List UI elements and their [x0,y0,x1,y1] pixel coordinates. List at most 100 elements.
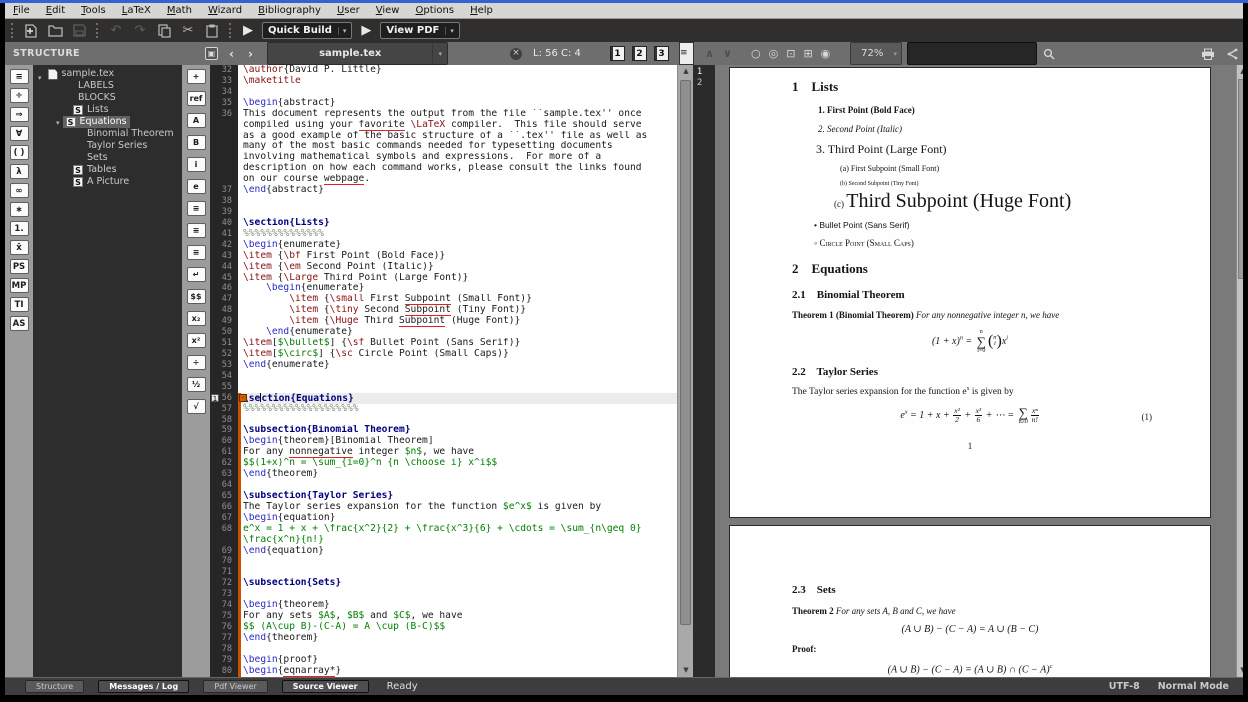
pdf-pages-list-icon[interactable]: ≡ [679,42,694,65]
newline-icon[interactable]: ↵ [187,267,206,282]
misc-symbols-icon[interactable]: ∀ [10,126,29,141]
pdf-layout-3-icon[interactable]: 3 [654,46,669,61]
editor-row[interactable]: 55 [210,382,677,393]
presentation-mode-icon[interactable]: ◉ [821,47,831,60]
menu-view[interactable]: View [368,4,408,17]
editor-row[interactable]: 40\section{Lists} [210,218,677,229]
editor-row[interactable]: 37\end{abstract} [210,185,677,196]
editor-row[interactable]: 70 [210,556,677,567]
editor-row[interactable]: 33\maketitle [210,76,677,87]
accents-icon[interactable]: x̂ [10,240,29,255]
metapost-icon[interactable]: MP [10,278,29,293]
editor-row[interactable]: 39 [210,207,677,218]
frac-icon[interactable]: ÷ [187,355,206,370]
fit-page-icon[interactable]: ○ [751,47,761,60]
misc-math-icon[interactable]: ∞ [10,183,29,198]
editor-row[interactable]: 51\item[$\bullet$] {\sf Bullet Point (Sa… [210,338,677,349]
footnote-icon[interactable]: A [187,113,206,128]
run-quick-build-icon[interactable]: ▶ [240,23,256,38]
menu-tools[interactable]: Tools [73,4,114,17]
subscript-icon[interactable]: x₂ [187,311,206,326]
zoom-selector[interactable]: 72% ▾ [850,42,902,65]
editor-row[interactable]: 58 [210,415,677,426]
pdf-layout-2-icon[interactable]: 2 [632,46,647,61]
sqrt-icon[interactable]: √ [187,399,206,414]
menu-help[interactable]: Help [462,4,501,17]
open-file-icon[interactable] [46,22,64,40]
external-viewer-icon[interactable] [1226,42,1238,65]
close-document-icon[interactable]: × [510,42,522,65]
editor-row[interactable]: 53\end{enumerate} [210,360,677,371]
left-tags-icon[interactable]: 1. [10,221,29,236]
editor-row[interactable]: 67\begin{equation} [210,513,677,524]
fit-width-icon[interactable]: ⊡ [786,47,795,60]
menu-wizard[interactable]: Wizard [200,4,250,17]
dfrac-icon[interactable]: ½ [187,377,206,392]
expander-icon[interactable]: ▾ [38,74,42,82]
scroll-down-icon[interactable]: ▼ [678,664,694,677]
editor-row[interactable]: 77\end{theorem} [210,633,677,644]
editor-row[interactable]: 60\begin{theorem}[Binomial Theorem] [210,436,677,447]
editor-row[interactable]: 43\item {\bf First Point (Bold Face)} [210,251,677,262]
menu-math[interactable]: Math [159,4,200,17]
editor-row[interactable]: 73 [210,589,677,600]
editor-row[interactable]: 50 \end{enumerate} [210,327,677,338]
greek-letters-icon[interactable]: λ [10,164,29,179]
structure-list-icon[interactable]: ≡ [10,69,29,84]
editor-row[interactable]: 38 [210,196,677,207]
editor-row[interactable]: compiled using your favorite \LaTeX comp… [210,120,677,131]
editor-row[interactable]: 57%%%%%%%%%%%%%%%%%%%% [210,404,677,415]
pdf-strip-page-1[interactable]: 1 [697,67,715,78]
editor-row[interactable]: 79\begin{proof} [210,655,677,666]
menu-latex[interactable]: LaTeX [114,4,159,17]
statusbar-tab-pdf-viewer[interactable]: Pdf Viewer [203,680,267,693]
pdf-scrollbar[interactable]: ▲ ▼ [1236,65,1243,677]
menu-file[interactable]: File [5,4,38,17]
superscript-icon[interactable]: x² [187,333,206,348]
editor-row[interactable]: description on how each command works, p… [210,163,677,174]
emphasis-icon[interactable]: e [187,179,206,194]
tikz-icon[interactable]: TI [10,297,29,312]
structure-item-sets[interactable]: Sets [33,152,182,164]
editor-row[interactable]: 32\author{David P. Little} [210,65,677,76]
editor-row[interactable]: 65\subsection{Taylor Series} [210,491,677,502]
editor-row[interactable]: 49 \item {\Huge Third Subpoint (Huge Fon… [210,316,677,327]
editor-row[interactable]: 78 [210,644,677,655]
scroll-up-icon[interactable]: ▲ [678,65,694,78]
editor-row[interactable]: 561-\section{Equations} [210,393,677,404]
asymptote-icon[interactable]: AS [10,316,29,331]
label-icon[interactable]: + [187,69,206,84]
display-math-icon[interactable]: $$ [187,289,206,304]
menu-user[interactable]: User [329,4,368,17]
editor-row[interactable]: many of the most basic commands needed f… [210,141,677,152]
structure-item-taylor-series[interactable]: Taylor Series [33,140,182,152]
open-file-selector[interactable]: sample.tex ▾ [267,42,448,65]
editor-row[interactable]: 75For any sets $A$, $B$ and $C$, we have [210,611,677,622]
reference-icon[interactable]: ref [187,91,206,106]
zoom-original-icon[interactable]: ◎ [769,47,779,60]
editor-row[interactable]: 69\end{equation} [210,546,677,557]
italic-icon[interactable]: i [187,157,206,172]
pstricks-icon[interactable]: PS [10,259,29,274]
undo-icon[interactable]: ↶ [107,22,125,40]
pdf-viewer[interactable]: 1 Lists1. First Point (Bold Face)2. Seco… [715,65,1236,677]
save-icon[interactable] [70,22,88,40]
bold-icon[interactable]: B [187,135,206,150]
editor-row[interactable]: 61For any nonnegative integer $n$, we ha… [210,447,677,458]
previous-document-icon[interactable]: ‹ [229,42,234,65]
structure-item-lists[interactable]: SLists [33,104,182,116]
previous-page-icon[interactable]: ∧ [705,47,714,60]
structure-item-blocks[interactable]: BLOCKS [33,92,182,104]
editor-row[interactable]: 35\begin{abstract} [210,98,677,109]
menu-edit[interactable]: Edit [38,4,73,17]
editor-row[interactable]: 63\end{theorem} [210,469,677,480]
statusbar-tab-source-viewer[interactable]: Source Viewer [282,680,369,693]
focus-editor-icon[interactable]: ▣ [205,42,218,65]
editor-scrollbar[interactable]: ▲ ▼ [677,65,693,677]
statusbar-tab-messages-log[interactable]: Messages / Log [98,680,189,693]
editor-row[interactable]: 47 \item {\small First Subpoint (Small F… [210,294,677,305]
search-icon[interactable] [1043,42,1055,65]
view-pdf-selector[interactable]: View PDF ▾ [380,22,459,39]
editor-row[interactable]: 76$$ (A\cup B)-(C-A) = A \cup (B-C)$$ [210,622,677,633]
fit-window-icon[interactable]: ⊞ [803,47,812,60]
